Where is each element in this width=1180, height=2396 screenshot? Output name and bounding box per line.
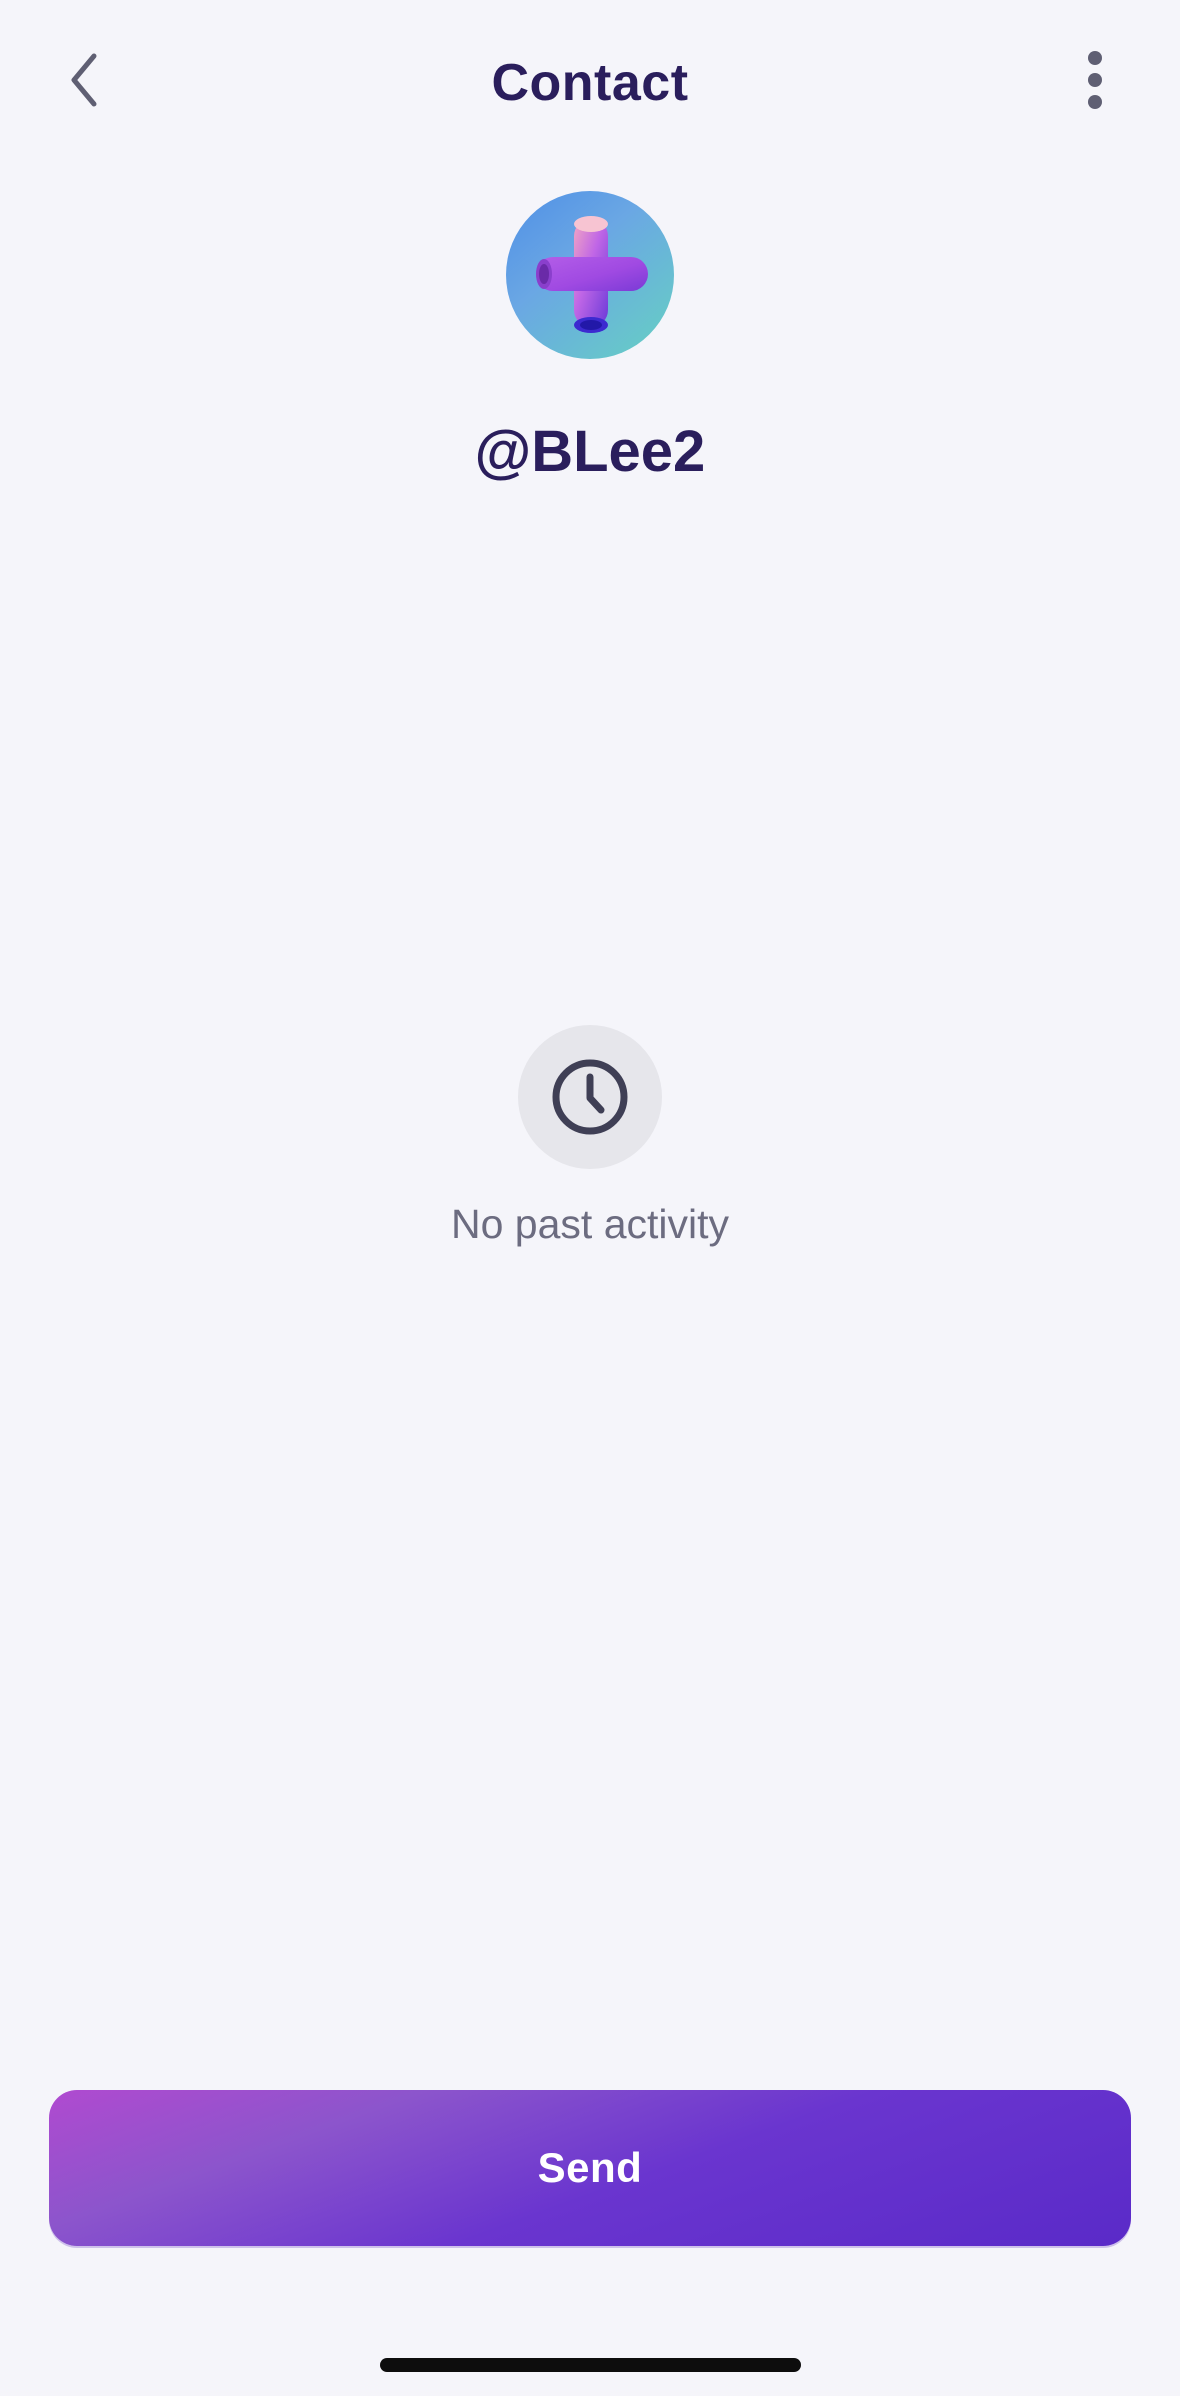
home-indicator [380,2358,801,2372]
clock-icon [552,1059,628,1135]
contact-username: @BLee2 [474,419,706,484]
more-vertical-icon [1088,51,1102,109]
avatar [506,191,674,359]
plus-3d-avatar-icon [536,216,648,333]
empty-activity-text: No past activity [451,1201,729,1247]
more-options-button[interactable] [1070,40,1120,120]
send-button-label: Send [537,2144,643,2191]
page-title: Contact [491,54,689,112]
empty-activity-icon-container [518,1025,662,1169]
send-button[interactable]: Send [49,2090,1131,2246]
